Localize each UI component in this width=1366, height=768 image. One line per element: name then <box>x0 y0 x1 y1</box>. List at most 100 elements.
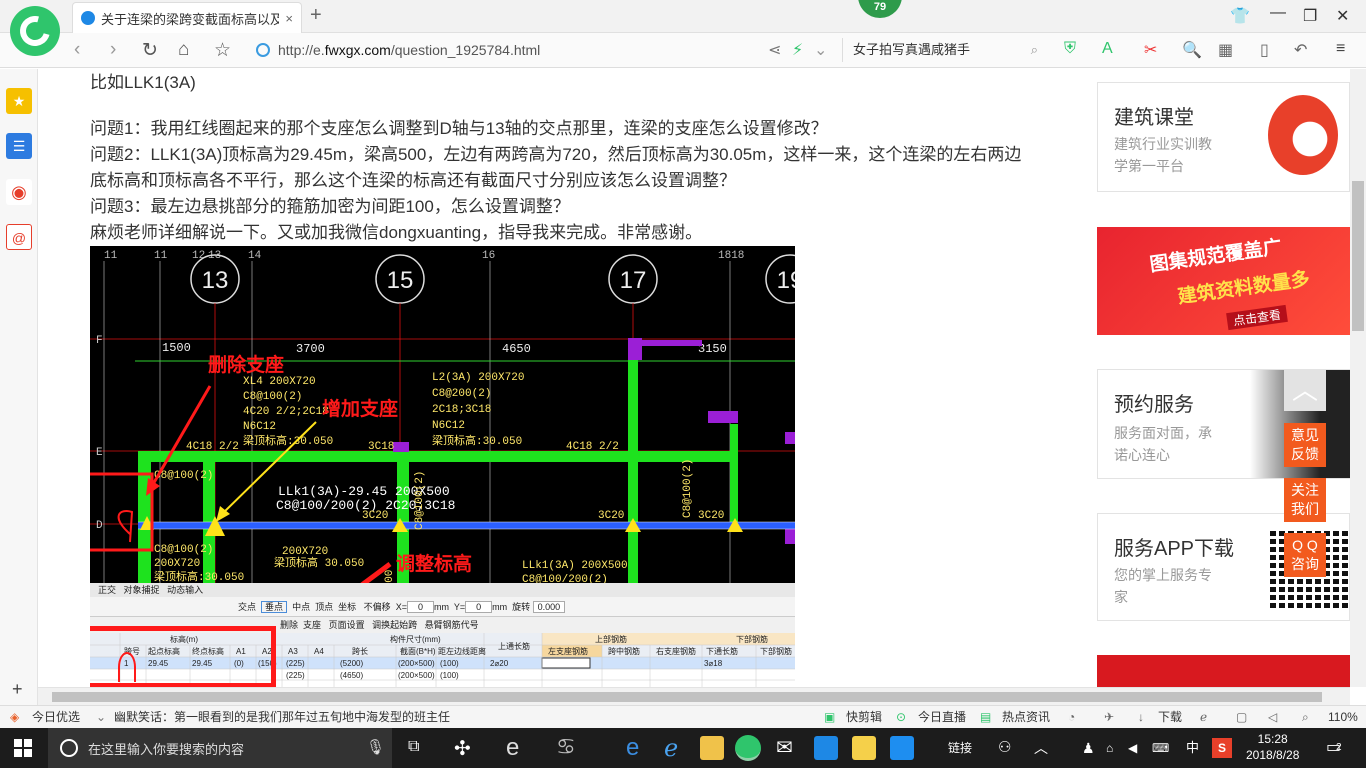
snap-vertex[interactable]: 顶点 <box>315 602 333 612</box>
speed-icon[interactable]: ◔ <box>1068 706 1075 728</box>
vertical-scrollbar[interactable] <box>1350 69 1366 687</box>
windows-start-icon[interactable] <box>14 739 32 757</box>
minimize-icon[interactable]: — <box>1270 4 1286 22</box>
ime-indicator[interactable]: 中 <box>1186 728 1199 768</box>
sound-icon[interactable]: ◁ <box>1268 706 1277 728</box>
osnap-toggle[interactable]: 对象捕捉 <box>124 585 160 595</box>
swirl-app-icon[interactable]: ♋ <box>556 734 576 760</box>
shirt-skin-icon[interactable]: 👕 <box>1230 6 1250 26</box>
dyn-input-toggle[interactable]: 动态输入 <box>167 585 203 595</box>
download-link[interactable]: 下载 <box>1158 706 1182 728</box>
plus-app-icon[interactable] <box>890 736 914 760</box>
cad-screenshot[interactable]: 11 11 12 13 14 16 1818 13 15 17 19 1500 <box>90 246 795 688</box>
mail-icon[interactable]: ✉ <box>776 735 793 760</box>
search-icon[interactable]: ⌕ <box>1031 38 1038 62</box>
lightning-icon[interactable]: ⚡ <box>792 40 803 60</box>
add-sidebar-icon[interactable]: + <box>12 679 23 700</box>
notification-bell-icon[interactable]: ♟ <box>1082 728 1095 768</box>
reader-icon[interactable]: ▯ <box>1260 40 1269 60</box>
magnifier-icon[interactable]: 🔍 <box>1182 40 1202 60</box>
snap-coord[interactable]: 坐标 <box>338 602 356 612</box>
scroll-thumb[interactable] <box>52 692 1322 702</box>
qq-consult-button[interactable]: Q Q 咨询 <box>1284 533 1326 577</box>
live-link[interactable]: 今日直播 <box>918 706 966 728</box>
snap-perp[interactable]: 垂点 <box>261 601 288 613</box>
download-icon[interactable]: ↓ <box>1138 706 1144 728</box>
people-icon[interactable]: ⚇ <box>998 728 1011 768</box>
pin-icon[interactable]: ✈ <box>1104 706 1114 728</box>
restore-icon[interactable]: ❐ <box>1303 6 1317 26</box>
ortho-toggle[interactable]: 正交 <box>98 585 116 595</box>
news-headline[interactable]: 幽默笑话：第一眼看到的是我们那年过五旬地中海发型的班主任 <box>114 706 450 728</box>
file-explorer-icon[interactable] <box>700 736 724 760</box>
edge-icon[interactable]: e <box>506 734 519 762</box>
translate-icon[interactable]: A <box>1102 40 1113 58</box>
browser-logo-icon[interactable] <box>10 6 60 56</box>
url-bar[interactable]: http://e. fwxgx.com/question_1925784.html <box>256 38 836 62</box>
task-view-icon[interactable]: ⧉ <box>408 738 419 756</box>
keyboard-icon[interactable]: ⌨ <box>1152 728 1169 768</box>
home-icon[interactable]: ⌂ <box>178 39 189 61</box>
zoom-icon[interactable]: ⌕ <box>1302 706 1309 728</box>
scissors-icon[interactable]: ✂ <box>1144 40 1157 60</box>
browser-tab[interactable]: 关于连梁的梁跨变截面标高以及… × <box>72 2 302 33</box>
weibo-icon[interactable]: ◉ <box>6 179 32 205</box>
promo-banner[interactable]: 图集规范覆盖广 建筑资料数量多 点击查看 <box>1097 227 1350 335</box>
shield-icon[interactable]: ⛨ <box>1064 40 1076 58</box>
share-icon[interactable]: ⋖ <box>768 40 781 60</box>
feedback-button[interactable]: 意见 反馈 <box>1284 423 1326 467</box>
menu-icon[interactable]: ≡ <box>1336 40 1345 58</box>
links-toolbar[interactable]: 链接 <box>948 728 972 768</box>
browser-360-icon[interactable] <box>735 735 761 761</box>
microphone-icon[interactable]: 🎙 <box>366 738 385 756</box>
email-icon[interactable]: @ <box>6 224 32 250</box>
grid-menu-item[interactable]: 删除 <box>280 620 298 630</box>
tray-expand-icon[interactable]: ︿ <box>1034 728 1048 768</box>
fan-app-icon[interactable]: ✣ <box>454 736 471 761</box>
bottom-banner[interactable] <box>1097 655 1350 687</box>
x-input[interactable]: 0 <box>406 601 434 613</box>
new-tab-button[interactable]: + <box>310 4 322 27</box>
chevron-down-icon[interactable]: ⌄ <box>96 706 106 728</box>
window-icon[interactable]: ▢ <box>1236 706 1247 728</box>
refresh-icon[interactable]: ↻ <box>142 39 158 62</box>
rotate-input[interactable]: 0.000 <box>532 601 566 613</box>
ie-mode-icon[interactable]: ℯ <box>1200 706 1207 728</box>
scroll-thumb[interactable] <box>1352 181 1364 331</box>
today-picks[interactable]: 今日优选 <box>32 706 80 728</box>
notification-badge[interactable]: 79 <box>858 0 902 18</box>
follow-button[interactable]: 关注 我们 <box>1284 478 1326 522</box>
back-icon[interactable]: ‹ <box>74 39 80 61</box>
network-icon[interactable]: ⌂ <box>1106 728 1113 768</box>
offset-select[interactable]: 不偏移 <box>364 602 391 612</box>
grid-menu-item[interactable]: 页面设置 <box>329 620 365 630</box>
tab-close-icon[interactable]: × <box>285 11 293 26</box>
favorite-star-icon[interactable]: ☆ <box>214 39 231 62</box>
search-input[interactable]: 女子拍写真遇咸猪手 ⌕ <box>842 38 1052 62</box>
sogou-s-icon[interactable]: S <box>1212 738 1232 758</box>
snap-intersect[interactable]: 交点 <box>238 602 256 612</box>
zoom-level[interactable]: 110% <box>1328 706 1358 728</box>
taskbar-search-input[interactable]: 在这里输入你要搜索的内容 🎙 <box>48 728 392 768</box>
snap-mid[interactable]: 中点 <box>292 602 310 612</box>
g-app-icon[interactable] <box>814 736 838 760</box>
y-input[interactable]: 0 <box>465 601 493 613</box>
card-jianzhu-ketang[interactable]: 建筑课堂 建筑行业实训教 学第一平台 <box>1097 82 1350 192</box>
edge-blue-icon[interactable]: e <box>626 734 639 762</box>
ie-icon[interactable]: ℯ <box>664 734 678 763</box>
clock[interactable]: 15:28 2018/8/28 <box>1246 731 1299 763</box>
grid-menu-item[interactable]: 支座 <box>303 620 321 630</box>
undo-icon[interactable]: ↶ <box>1294 40 1307 60</box>
back-to-top-icon[interactable]: ︿ <box>1284 369 1326 411</box>
close-window-icon[interactable]: ✕ <box>1336 6 1349 26</box>
apps-grid-icon[interactable]: ▦ <box>1218 40 1233 60</box>
star-favorites-icon[interactable]: ★ <box>6 88 32 114</box>
volume-icon[interactable]: ◀ <box>1128 728 1137 768</box>
grid-menu-item[interactable]: 悬臂钢筋代号 <box>425 620 479 630</box>
forward-icon[interactable]: › <box>110 39 116 61</box>
notepad-icon[interactable] <box>852 736 876 760</box>
list-icon[interactable]: ☰ <box>6 133 32 159</box>
chevron-down-icon[interactable]: ⌄ <box>814 40 827 60</box>
horizontal-scrollbar[interactable] <box>38 687 1350 705</box>
grid-menu-item[interactable]: 调换起始跨 <box>372 620 417 630</box>
